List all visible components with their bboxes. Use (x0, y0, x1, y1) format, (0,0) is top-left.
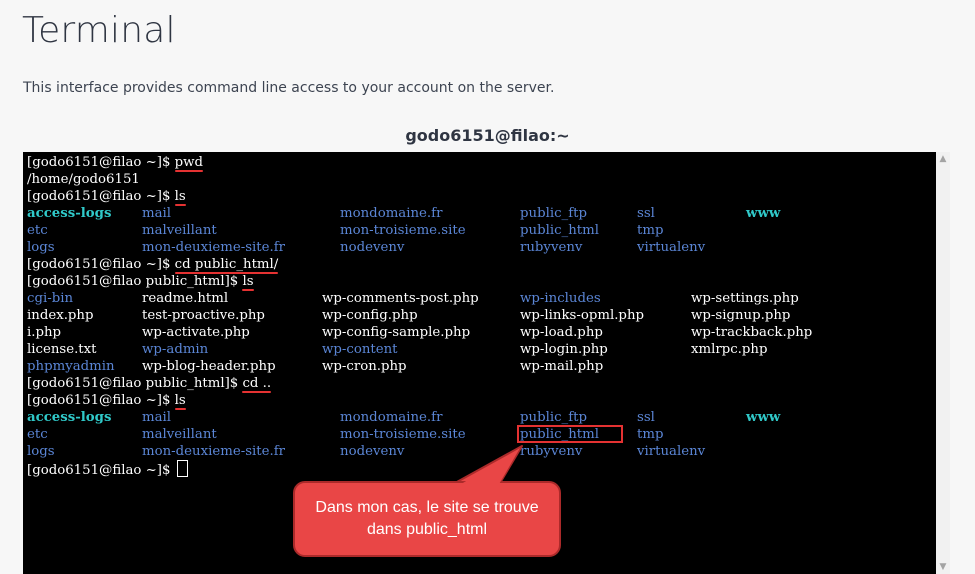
scroll-up-arrow-icon[interactable]: ▲ (936, 152, 950, 166)
listing-entry: ssl (637, 410, 655, 425)
listing-entry: mail (142, 206, 172, 221)
terminal-command: cd public_html/ (174, 257, 279, 274)
terminal-line: cgi-bin readme.html wp-comments-post.php wp… (27, 290, 799, 307)
listing-entry: wp-content (322, 342, 398, 357)
listing-entry: wp-activate.php (142, 325, 250, 340)
listing-entry: public_ftp (520, 206, 587, 221)
terminal-line: [godo6151@filao public_html]$ ls (27, 273, 278, 291)
listing-entry: mail (142, 410, 172, 425)
terminal-line: [godo6151@filao ~]$ (27, 460, 278, 478)
listing-entry: wp-trackback.php (691, 325, 813, 340)
listing-entry: index.php (27, 308, 94, 323)
annotation-callout: Dans mon cas, le site se trouve dans pub… (293, 481, 561, 557)
listing-entry: access-logs (27, 410, 112, 425)
terminal-prompt: [godo6151@filao ~]$ (27, 189, 175, 204)
listing-entry: i.php (27, 325, 62, 340)
terminal-command: ls (174, 189, 186, 206)
listing-entry: mon-troisieme.site (340, 427, 466, 442)
listing-entry: logs (27, 240, 55, 255)
listing-entry: xmlrpc.php (691, 342, 768, 357)
listing-entry: wp-blog-header.php (142, 359, 276, 374)
terminal-line: etc malveillant mon-troisieme.site public_h… (27, 222, 663, 239)
listing-entry: access-logs (27, 206, 112, 221)
listing-entry: mondomaine.fr (340, 206, 443, 221)
listing-entry: etc (27, 427, 48, 442)
terminal-prompt: [godo6151@filao ~]$ (27, 393, 175, 408)
listing-entry: www (746, 206, 781, 221)
page-description: This interface provides command line acc… (23, 80, 555, 96)
listing-entry: mon-deuxieme-site.fr (142, 444, 285, 459)
terminal-line: phpmyadmin wp-blog-header.php wp-cron.php w… (27, 358, 603, 375)
listing-entry: wp-config-sample.php (322, 325, 471, 340)
listing-entry: rubyvenv (520, 240, 583, 255)
listing-entry: phpmyadmin (27, 359, 115, 374)
listing-entry: mondomaine.fr (340, 410, 443, 425)
terminal-command: ls (242, 274, 254, 291)
terminal-line: access-logs mail mondomaine.fr public_ftp ss… (27, 205, 780, 222)
listing-entry: wp-load.php (520, 325, 603, 340)
listing-entry: wp-links-opml.php (520, 308, 645, 323)
listing-entry: readme.html (142, 291, 229, 306)
listing-entry: ssl (637, 206, 655, 221)
public-html-highlight-box (517, 425, 623, 443)
listing-entry: wp-admin (142, 342, 209, 357)
terminal-line: [godo6151@filao ~]$ ls (27, 188, 278, 206)
callout-text: Dans mon cas, le site se trouve dans pub… (315, 499, 539, 538)
listing-entry: wp-comments-post.php (322, 291, 479, 306)
listing-entry: mon-troisieme.site (340, 223, 466, 238)
listing-entry: wp-cron.php (322, 359, 407, 374)
listing-entry: wp-mail.php (520, 359, 604, 374)
listing-entry: nodevenv (340, 240, 405, 255)
listing-entry: wp-login.php (520, 342, 608, 357)
page-title: Terminal (22, 10, 176, 51)
listing-entry: tmp (637, 427, 664, 442)
terminal-cursor[interactable] (176, 460, 188, 477)
terminal-line: /home/godo6151 (27, 171, 278, 188)
terminal-line: [godo6151@filao ~]$ pwd (27, 154, 278, 172)
terminal-line: logs mon-deuxieme-site.fr nodevenv rubyvenv… (27, 239, 705, 256)
terminal-command: cd .. (242, 376, 272, 393)
listing-entry: logs (27, 444, 55, 459)
terminal-line: index.php test-proactive.php wp-config.php… (27, 307, 790, 324)
listing-entry: wp-includes (520, 291, 601, 306)
listing-entry: public_html (520, 223, 599, 238)
terminal-prompt: [godo6151@filao ~]$ (27, 257, 175, 272)
listing-entry: etc (27, 223, 48, 238)
terminal-command: pwd (174, 155, 204, 172)
terminal-prompt: [godo6151@filao ~]$ (27, 463, 175, 478)
listing-entry: license.txt (27, 342, 97, 357)
listing-entry: cgi-bin (27, 291, 74, 306)
terminal-output: [godo6151@filao ~]$ pwd/home/godo6151 [go… (27, 154, 812, 478)
terminal-command: ls (174, 393, 186, 410)
terminal-line: i.php wp-activate.php wp-config-sample.php… (27, 324, 812, 341)
listing-entry: mon-deuxieme-site.fr (142, 240, 285, 255)
listing-entry: malveillant (142, 223, 217, 238)
listing-entry: tmp (637, 223, 664, 238)
terminal-line: [godo6151@filao ~]$ ls (27, 392, 278, 410)
terminal-scrollbar[interactable]: ▲ ▼ (936, 152, 950, 574)
listing-entry: www (746, 410, 781, 425)
listing-entry: nodevenv (340, 444, 405, 459)
listing-entry: test-proactive.php (142, 308, 265, 323)
terminal-prompt: [godo6151@filao ~]$ (27, 155, 175, 170)
listing-entry: virtualenv (637, 444, 706, 459)
terminal-line: etc malveillant mon-troisieme.site public_h… (27, 426, 663, 443)
scroll-down-arrow-icon[interactable]: ▼ (936, 560, 950, 574)
terminal-line: [godo6151@filao public_html]$ cd .. (27, 375, 278, 393)
terminal-line: access-logs mail mondomaine.fr public_ftp ss… (27, 409, 780, 426)
terminal-prompt: [godo6151@filao public_html]$ (27, 274, 243, 289)
terminal-prompt: /home/godo6151 (27, 172, 140, 187)
terminal-title: godo6151@filao:~ (405, 126, 570, 145)
terminal-line: logs mon-deuxieme-site.fr nodevenv rubyvenv… (27, 443, 705, 460)
terminal-prompt: [godo6151@filao public_html]$ (27, 376, 243, 391)
listing-entry: wp-config.php (322, 308, 418, 323)
terminal-line: [godo6151@filao ~]$ cd public_html/ (27, 256, 279, 274)
listing-entry: wp-signup.php (691, 308, 791, 323)
listing-entry: rubyvenv (520, 444, 583, 459)
listing-entry: wp-settings.php (691, 291, 799, 306)
terminal-line: license.txt wp-admin wp-content wp-login.ph… (27, 341, 768, 358)
listing-entry: virtualenv (637, 240, 706, 255)
listing-entry: malveillant (142, 427, 217, 442)
listing-entry: public_ftp (520, 410, 587, 425)
